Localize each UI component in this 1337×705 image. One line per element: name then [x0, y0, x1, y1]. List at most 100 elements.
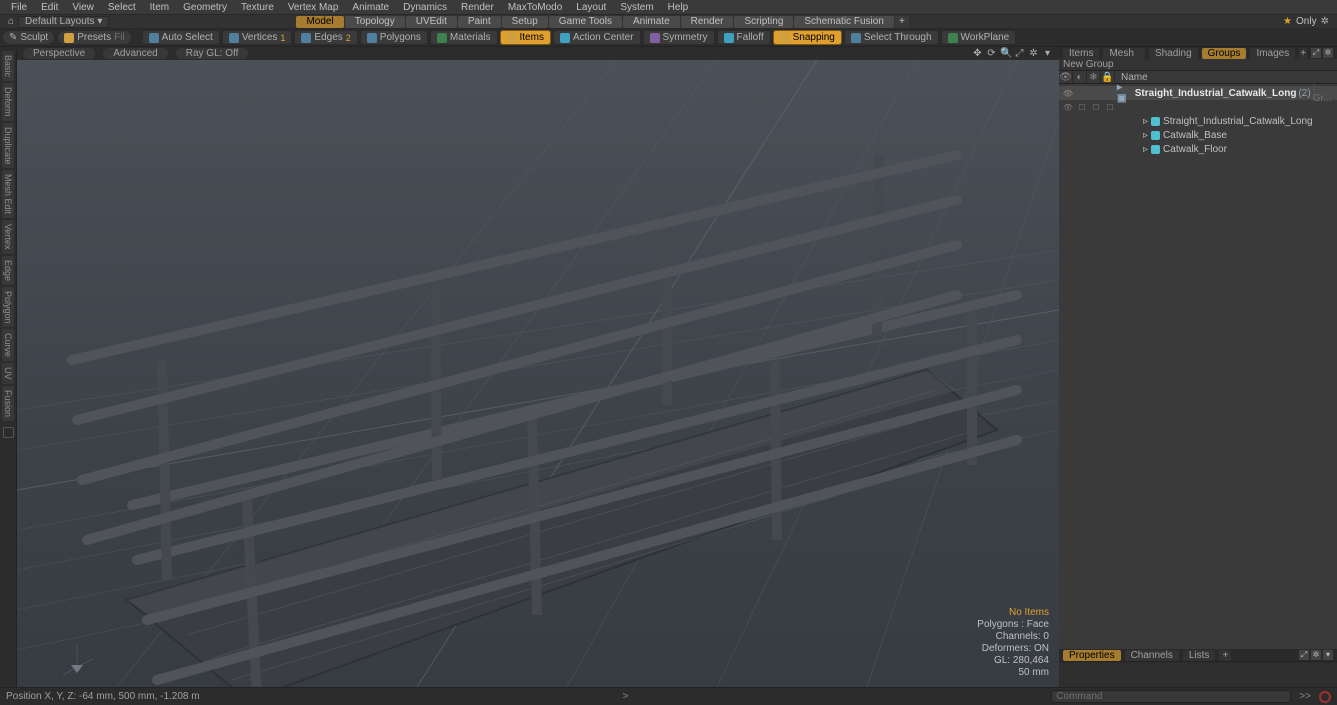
tab-groups[interactable]: Groups: [1202, 48, 1247, 59]
fit-icon[interactable]: ⤢: [1014, 48, 1025, 59]
menu-animate[interactable]: Animate: [345, 1, 396, 14]
gear-icon[interactable]: ✲: [1321, 16, 1329, 27]
menu-dynamics[interactable]: Dynamics: [396, 1, 454, 14]
rotate-icon[interactable]: ⟳: [986, 48, 997, 59]
tab-lists[interactable]: Lists: [1183, 650, 1216, 661]
autoselect-button[interactable]: Auto Select: [142, 30, 220, 45]
polygons-button[interactable]: Polygons: [360, 30, 428, 45]
menu-system[interactable]: System: [613, 1, 660, 14]
snap-icon: [780, 33, 790, 43]
sculpt-button[interactable]: ✎Sculpt: [2, 30, 55, 45]
right-panel: Items Mesh Ops Shading Groups Images + ⤢…: [1059, 47, 1337, 687]
view-raygl[interactable]: Ray GL: Off: [176, 48, 249, 59]
chevron-down-icon[interactable]: ▾: [1042, 48, 1053, 59]
viewport[interactable]: No Items Polygons : Face Channels: 0 Def…: [17, 60, 1059, 687]
history-button[interactable]: >>: [1299, 691, 1311, 702]
tree-item-2[interactable]: ▹Catwalk_Floor: [1059, 142, 1337, 156]
menu-geometry[interactable]: Geometry: [176, 1, 234, 14]
menu-item[interactable]: Item: [143, 1, 176, 14]
mode-uvedit[interactable]: UVEdit: [406, 16, 457, 28]
workplane-button[interactable]: WorkPlane: [941, 30, 1017, 45]
vertices-button[interactable]: Vertices1: [222, 30, 293, 45]
mode-model[interactable]: Model: [296, 16, 343, 28]
history-handle[interactable]: >: [623, 691, 629, 702]
menu-file[interactable]: File: [4, 1, 34, 14]
tab-uv[interactable]: UV: [2, 363, 14, 384]
menu-view[interactable]: View: [65, 1, 101, 14]
menu-vertexmap[interactable]: Vertex Map: [281, 1, 346, 14]
menu-help[interactable]: Help: [661, 1, 696, 14]
mode-paint[interactable]: Paint: [458, 16, 501, 28]
falloff-button[interactable]: Falloff: [717, 30, 771, 45]
edges-button[interactable]: Edges2: [294, 30, 357, 45]
snapping-button[interactable]: Snapping: [773, 30, 842, 45]
tab-curve[interactable]: Curve: [2, 329, 14, 361]
tab-fusion[interactable]: Fusion: [2, 386, 14, 421]
materials-button[interactable]: Materials: [430, 30, 498, 45]
tab-channels[interactable]: Channels: [1125, 650, 1179, 661]
tab-add[interactable]: +: [1299, 48, 1307, 59]
tab-polygon[interactable]: Polygon: [2, 287, 14, 328]
layout-dropdown[interactable]: Default Layouts ▾: [18, 16, 109, 28]
tab-duplicate[interactable]: Duplicate: [2, 123, 14, 169]
star-icon[interactable]: ★: [1283, 16, 1292, 27]
mode-scripting[interactable]: Scripting: [734, 16, 793, 28]
tab-basic[interactable]: Basic: [2, 51, 14, 81]
tab-properties[interactable]: Properties: [1063, 650, 1121, 661]
tree-item-0[interactable]: ▹Straight_Industrial_Catwalk_Long: [1059, 114, 1337, 128]
symmetry-button[interactable]: Symmetry: [643, 30, 715, 45]
tree[interactable]: 👁 ▸ ▣ Straight_Industrial_Catwalk_Long (…: [1059, 84, 1337, 649]
mode-topology[interactable]: Topology: [345, 16, 405, 28]
orientation-gizmo[interactable]: [57, 637, 97, 677]
items-button[interactable]: Items: [500, 30, 551, 45]
tree-group[interactable]: 👁 ▸ ▣ Straight_Industrial_Catwalk_Long (…: [1059, 86, 1337, 100]
home-icon[interactable]: ⌂: [4, 16, 18, 27]
mode-render[interactable]: Render: [681, 16, 734, 28]
tab-deform[interactable]: Deform: [2, 83, 14, 121]
zoom-icon[interactable]: 🔍: [1000, 48, 1011, 59]
menu-maxtomodo[interactable]: MaxToModo: [501, 1, 569, 14]
mode-animate[interactable]: Animate: [623, 16, 680, 28]
tab-vertex[interactable]: Vertex: [2, 220, 14, 254]
menu-render[interactable]: Render: [454, 1, 501, 14]
new-group-button[interactable]: New Group: [1059, 59, 1337, 71]
menu-edit[interactable]: Edit: [34, 1, 65, 14]
mode-add[interactable]: +: [895, 16, 909, 28]
tree-item-1[interactable]: ▹Catwalk_Base: [1059, 128, 1337, 142]
propgear-icon[interactable]: ✲: [1311, 650, 1321, 660]
tab-shading[interactable]: Shading: [1149, 48, 1198, 59]
tab-meshops[interactable]: Mesh Ops: [1103, 48, 1144, 59]
command-input[interactable]: Command: [1051, 690, 1291, 703]
mode-setup[interactable]: Setup: [502, 16, 548, 28]
tab-items[interactable]: Items: [1063, 48, 1099, 59]
menu-select[interactable]: Select: [101, 1, 143, 14]
mode-schematic[interactable]: Schematic Fusion: [794, 16, 893, 28]
freeze-icon[interactable]: ❄: [1087, 71, 1101, 84]
color-swatch[interactable]: [3, 427, 14, 438]
selectthrough-button[interactable]: Select Through: [844, 30, 939, 45]
move-icon[interactable]: ✥: [972, 48, 983, 59]
presets-button[interactable]: PresetsFil: [57, 30, 131, 45]
menu-layout[interactable]: Layout: [569, 1, 613, 14]
tab-edge[interactable]: Edge: [2, 256, 14, 285]
mode-gametools[interactable]: Game Tools: [549, 16, 622, 28]
tab-meshedit[interactable]: Mesh Edit: [2, 170, 14, 218]
prop-add[interactable]: +: [1219, 650, 1231, 661]
only-toggle[interactable]: Only: [1296, 16, 1317, 27]
view-advanced[interactable]: Advanced: [103, 48, 167, 59]
record-icon[interactable]: [1319, 691, 1331, 703]
expand-icon[interactable]: ⤢: [1311, 48, 1321, 58]
solo-icon[interactable]: ◐: [1073, 71, 1087, 84]
lock-icon[interactable]: 🔒: [1101, 71, 1115, 84]
chevron-icon[interactable]: ▾: [1323, 650, 1333, 660]
actioncenter-button[interactable]: Action Center: [553, 30, 641, 45]
menu-texture[interactable]: Texture: [234, 1, 281, 14]
eye-icon[interactable]: 👁: [1059, 71, 1073, 84]
expand-icon[interactable]: ⤢: [1299, 650, 1309, 660]
tab-images[interactable]: Images: [1250, 48, 1295, 59]
name-header[interactable]: Name: [1115, 72, 1337, 83]
view-perspective[interactable]: Perspective: [23, 48, 95, 59]
viewgear-icon[interactable]: ✲: [1028, 48, 1039, 59]
panelgear-icon[interactable]: ✲: [1323, 48, 1333, 58]
toolbar: ✎Sculpt PresetsFil Auto Select Vertices1…: [0, 29, 1337, 47]
